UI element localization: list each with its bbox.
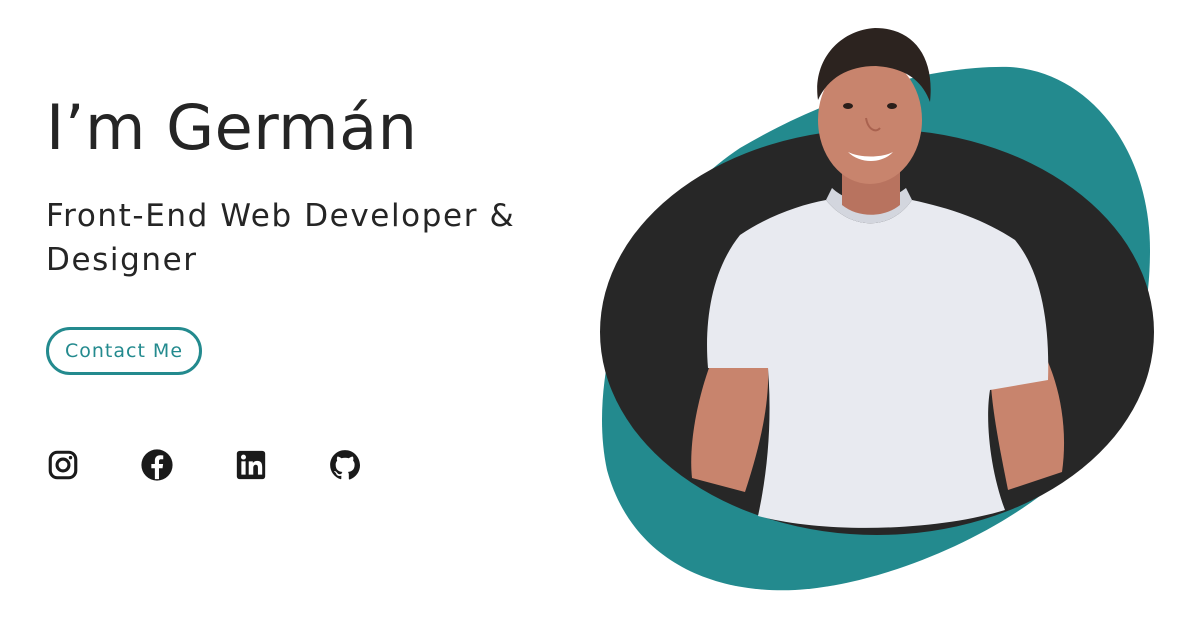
contact-me-button[interactable]: Contact Me <box>46 327 202 375</box>
hero-section: I’m Germán Front-End Web Developer & Des… <box>0 0 1200 630</box>
hero-title: I’m Germán <box>46 91 418 164</box>
linkedin-icon[interactable] <box>234 448 268 482</box>
instagram-icon[interactable] <box>46 448 80 482</box>
hero-text-block: I’m Germán Front-End Web Developer & Des… <box>46 92 566 282</box>
github-icon[interactable] <box>328 448 362 482</box>
profile-photo-blob <box>600 28 1154 591</box>
facebook-icon[interactable] <box>140 448 174 482</box>
hero-subtitle: Front-End Web Developer & Designer <box>46 198 516 278</box>
hero-illustration <box>560 0 1200 630</box>
social-links <box>46 448 362 482</box>
